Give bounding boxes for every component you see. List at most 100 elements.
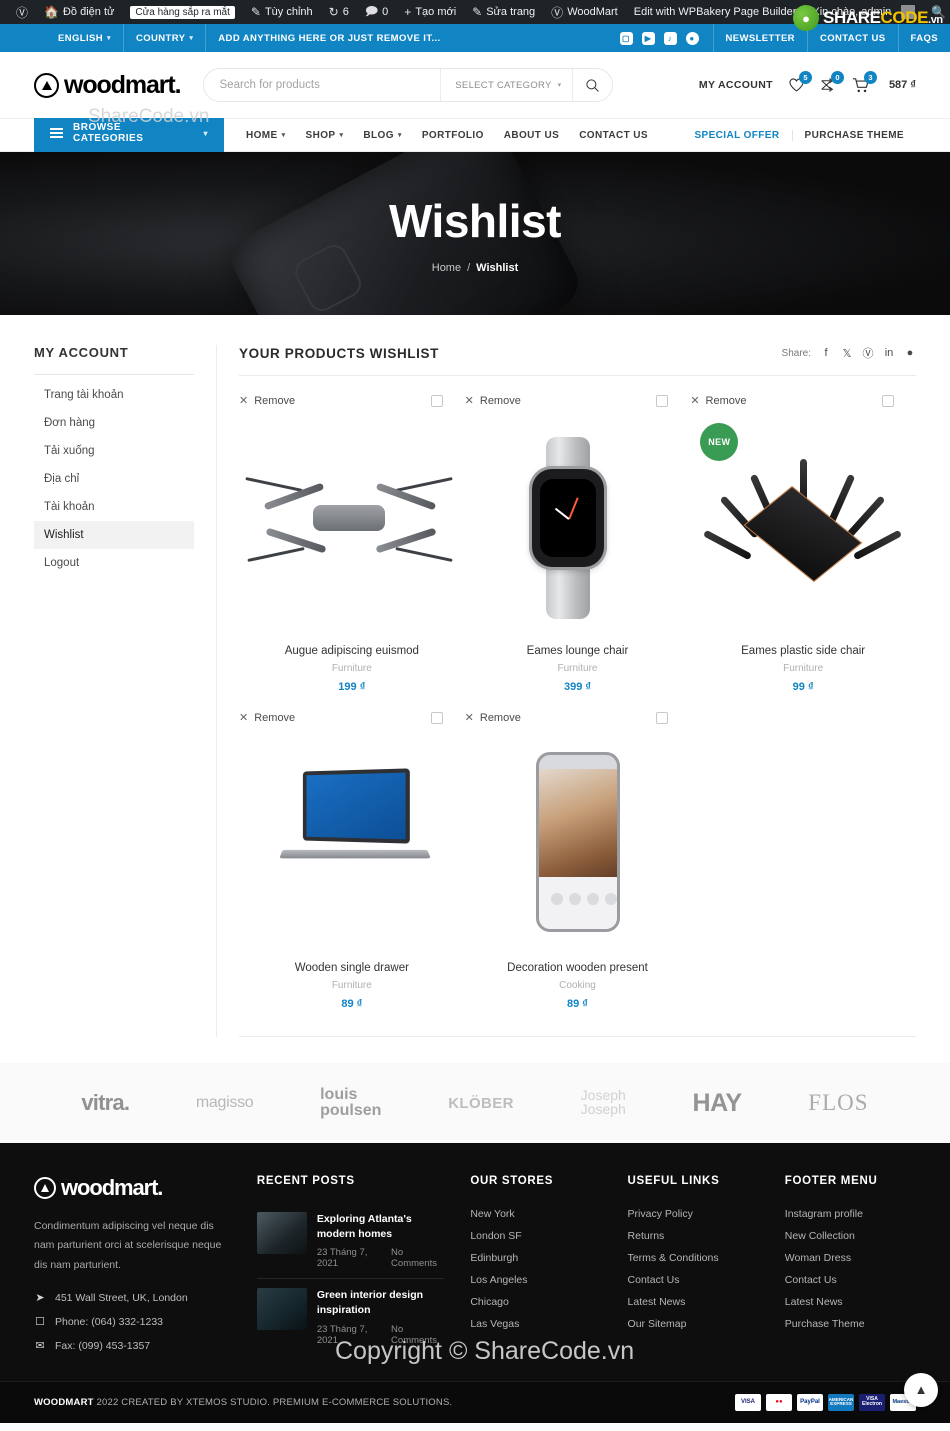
admin-edit-page[interactable]: ✎ Sửa trang	[464, 0, 543, 24]
special-offer-link[interactable]: SPECIAL OFFER	[682, 129, 793, 141]
my-account-link[interactable]: MY ACCOUNT	[699, 79, 773, 91]
useful-link-item[interactable]: Returns	[628, 1225, 759, 1247]
sidebar-item-logout[interactable]: Logout	[34, 549, 194, 577]
item-checkbox[interactable]	[881, 394, 894, 407]
store-item[interactable]: New York	[470, 1203, 601, 1225]
store-item[interactable]: Edinburgh	[470, 1247, 601, 1269]
post-title[interactable]: Exploring Atlanta's modern homes	[317, 1212, 444, 1241]
item-checkbox[interactable]	[430, 394, 443, 407]
sidebar-item-trang-tai-khoan[interactable]: Trang tài khoản	[34, 381, 194, 409]
search-input[interactable]	[203, 69, 441, 101]
nav-item-home[interactable]: HOME ▾	[246, 130, 286, 141]
product-name[interactable]: Decoration wooden present	[465, 962, 691, 974]
remove-button[interactable]: ✕ Remove	[239, 711, 295, 725]
remove-button[interactable]: ✕ Remove	[465, 711, 521, 725]
sidebar-item-tai-xuong[interactable]: Tải xuống	[34, 437, 194, 465]
admin-customize[interactable]: ✎ Tùy chỉnh	[243, 0, 321, 24]
recent-post-item[interactable]: Green interior design inspiration 23 Thá…	[256, 1279, 444, 1354]
brand-vitra[interactable]: vitra.	[81, 1090, 130, 1116]
country-selector[interactable]: COUNTRY ▾	[122, 24, 205, 52]
item-checkbox[interactable]	[656, 711, 669, 724]
nav-item-portfolio[interactable]: PORTFOLIO	[422, 130, 484, 141]
footer-logo[interactable]: woodmart.	[34, 1175, 231, 1201]
breadcrumb-home[interactable]: Home	[432, 262, 461, 274]
remove-button[interactable]: ✕ Remove	[239, 394, 295, 408]
remove-button[interactable]: ✕ Remove	[690, 394, 746, 408]
footer-menu-item[interactable]: Woman Dress	[785, 1247, 916, 1269]
admin-site-name[interactable]: 🏠 Đồ điện tử	[36, 0, 122, 24]
product-image[interactable]	[239, 732, 465, 952]
useful-link-item[interactable]: Latest News	[628, 1291, 759, 1313]
cart-button[interactable]: 3	[852, 70, 877, 94]
admin-wpbakery[interactable]: Edit with WPBakery Page Builder	[626, 0, 805, 24]
product-image[interactable]	[239, 415, 465, 635]
wishlist-button[interactable]: 5	[788, 71, 812, 93]
youtube-icon[interactable]: ▶	[641, 31, 655, 45]
instagram-icon[interactable]: ▢	[619, 31, 633, 45]
item-checkbox[interactable]	[430, 711, 443, 724]
useful-link-item[interactable]: Privacy Policy	[628, 1203, 759, 1225]
sidebar-item-wishlist[interactable]: Wishlist	[34, 521, 194, 549]
linkedin-icon[interactable]: in	[883, 347, 895, 359]
brand-flos[interactable]: FLOS	[808, 1090, 868, 1116]
useful-link-item[interactable]: Our Sitemap	[628, 1313, 759, 1335]
pinterest-icon[interactable]: Ⓥ	[862, 345, 874, 361]
product-image[interactable]	[465, 415, 691, 635]
nav-item-blog[interactable]: BLOG ▾	[363, 130, 401, 141]
facebook-icon[interactable]: f	[820, 347, 832, 359]
nav-item-shop[interactable]: SHOP ▾	[306, 130, 344, 141]
search-submit-button[interactable]	[571, 69, 612, 101]
newsletter-link[interactable]: NEWSLETTER	[712, 24, 807, 52]
product-name[interactable]: Eames plastic side chair	[690, 645, 916, 657]
brand-klober[interactable]: KLÖBER	[448, 1095, 514, 1112]
product-name[interactable]: Eames lounge chair	[465, 645, 691, 657]
category-select[interactable]: SELECT CATEGORY ▾	[440, 69, 571, 101]
product-image[interactable]: NEW	[690, 415, 916, 635]
faqs-link[interactable]: FAQS	[897, 24, 950, 52]
nav-item-about-us[interactable]: ABOUT US	[504, 130, 559, 141]
store-item[interactable]: London SF	[470, 1225, 601, 1247]
admin-coming-soon[interactable]: Cửa hàng sắp ra mắt	[122, 0, 243, 24]
discord-icon[interactable]: ●	[685, 31, 699, 45]
telegram-icon[interactable]: ●	[904, 347, 916, 359]
product-image[interactable]	[465, 732, 691, 952]
brand-joseph-joseph[interactable]: Joseph Joseph	[581, 1088, 626, 1116]
admin-comments[interactable]: 🗩 0	[357, 0, 396, 24]
brand-louis-poulsen[interactable]: louis poulsen	[320, 1087, 381, 1119]
x-twitter-icon[interactable]: 𝕏	[841, 347, 853, 360]
store-item[interactable]: Chicago	[470, 1291, 601, 1313]
tiktok-icon[interactable]: ♪	[663, 31, 677, 45]
item-checkbox[interactable]	[656, 394, 669, 407]
contact-us-link[interactable]: CONTACT US	[806, 24, 898, 52]
language-selector[interactable]: ENGLISH ▾	[46, 24, 123, 52]
sidebar-item-don-hang[interactable]: Đơn hàng	[34, 409, 194, 437]
purchase-theme-link[interactable]: PURCHASE THEME	[793, 130, 917, 141]
store-item[interactable]: Las Vegas	[470, 1313, 601, 1335]
admin-wordpress-logo[interactable]: Ⓥ	[8, 0, 36, 24]
site-logo[interactable]: woodmart.	[34, 71, 182, 100]
footer-menu-item[interactable]: Latest News	[785, 1291, 916, 1313]
useful-link-item[interactable]: Terms & Conditions	[628, 1247, 759, 1269]
admin-woodmart[interactable]: Ⓥ WoodMart	[543, 0, 626, 24]
scroll-to-top-button[interactable]: ▲	[904, 1372, 938, 1407]
sidebar-item-tai-khoan[interactable]: Tài khoản	[34, 493, 194, 521]
product-name[interactable]: Augue adipiscing euismod	[239, 645, 465, 657]
store-item[interactable]: Los Angeles	[470, 1269, 601, 1291]
admin-search-button[interactable]: 🔍	[923, 0, 950, 24]
remove-button[interactable]: ✕ Remove	[465, 394, 521, 408]
post-title[interactable]: Green interior design inspiration	[317, 1288, 444, 1317]
brand-hay[interactable]: HAY	[693, 1089, 743, 1118]
admin-new[interactable]: + Tạo mới	[396, 0, 464, 24]
sidebar-item-dia-chi[interactable]: Địa chỉ	[34, 465, 194, 493]
compare-button[interactable]: 0	[820, 71, 844, 93]
recent-post-item[interactable]: Exploring Atlanta's modern homes 23 Thán…	[256, 1203, 445, 1280]
product-name[interactable]: Wooden single drawer	[239, 962, 465, 974]
useful-link-item[interactable]: Contact Us	[628, 1269, 759, 1291]
footer-menu-item[interactable]: Purchase Theme	[785, 1313, 916, 1335]
browse-categories-button[interactable]: BROWSE CATEGORIES ▾	[34, 113, 224, 153]
nav-item-contact-us[interactable]: CONTACT US	[579, 130, 648, 141]
admin-updates[interactable]: ↻ 6	[321, 0, 357, 24]
brand-magisso[interactable]: magisso	[196, 1094, 254, 1112]
admin-greeting[interactable]: Xin chào, admin	[804, 0, 923, 24]
footer-menu-item[interactable]: Contact Us	[785, 1269, 916, 1291]
